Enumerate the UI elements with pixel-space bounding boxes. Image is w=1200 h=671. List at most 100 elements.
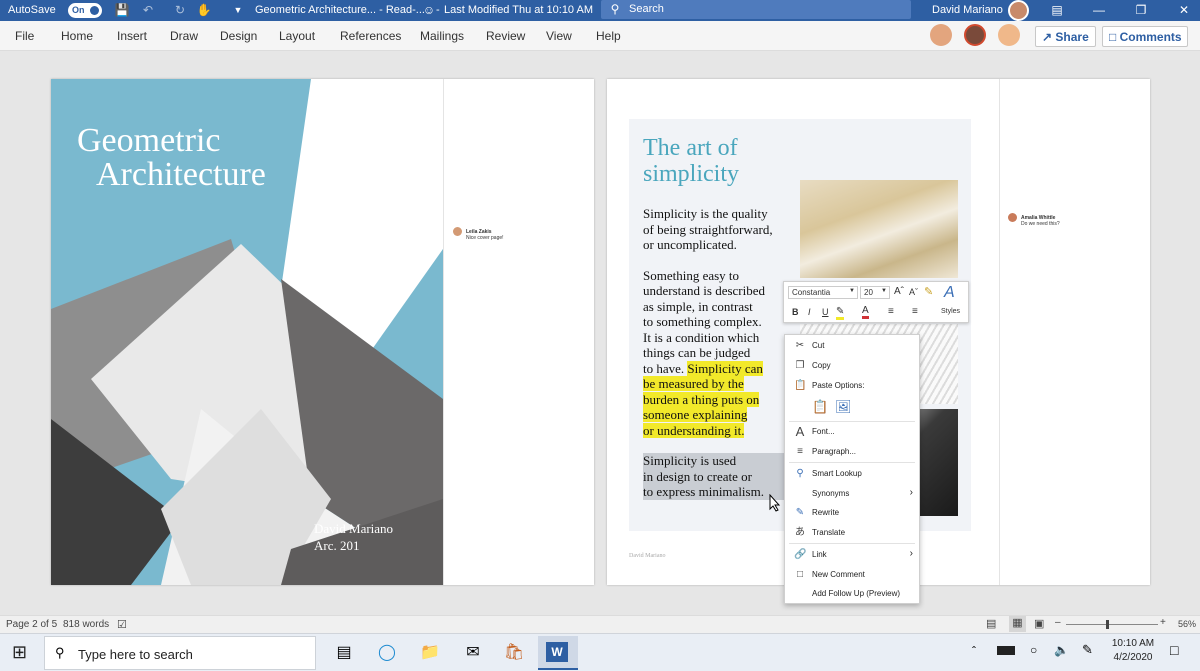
tab-design[interactable]: Design: [220, 29, 257, 43]
tab-view[interactable]: View: [546, 29, 572, 43]
tab-review[interactable]: Review: [486, 29, 525, 43]
tab-insert[interactable]: Insert: [117, 29, 147, 43]
paste-picture-icon[interactable]: 🖼: [835, 399, 852, 415]
tab-layout[interactable]: Layout: [279, 29, 315, 43]
minimize-icon[interactable]: —: [1091, 2, 1107, 18]
article-heading-line: The art of: [643, 135, 738, 161]
clock[interactable]: 10:10 AM 4/2/2020: [1108, 637, 1158, 665]
proofing-icon[interactable]: ☑: [117, 618, 127, 631]
word-taskbar-button[interactable]: W: [538, 636, 578, 670]
action-center-icon[interactable]: □: [1170, 642, 1178, 658]
zoom-in-icon[interactable]: +: [1160, 617, 1166, 628]
tab-file[interactable]: File: [15, 29, 34, 43]
show-hidden-icons-icon[interactable]: ˆ: [972, 644, 976, 658]
styles-icon[interactable]: A: [944, 284, 955, 302]
clipboard-icon: 📋: [794, 380, 807, 391]
file-explorer-icon[interactable]: 📁: [418, 641, 442, 665]
menu-item-synonyms[interactable]: Synonyms ›: [785, 485, 919, 503]
font-size-box[interactable]: 20 ▼: [860, 286, 890, 299]
tab-references[interactable]: References: [340, 29, 401, 43]
customize-qat-icon[interactable]: ▼: [230, 2, 246, 18]
touch-mode-icon[interactable]: ✋: [196, 2, 212, 18]
taskbar-search[interactable]: ⚲ Type here to search: [44, 636, 316, 670]
undo-icon[interactable]: ↶: [140, 2, 156, 18]
page-count[interactable]: Page 2 of 5: [6, 619, 57, 630]
store-icon[interactable]: 🛍: [502, 641, 526, 665]
collaborator-avatar[interactable]: [998, 24, 1020, 46]
bullets-icon[interactable]: ≡: [888, 306, 894, 317]
bold-button[interactable]: B: [792, 307, 799, 317]
pen-icon[interactable]: ✎: [1082, 642, 1093, 658]
volume-icon[interactable]: 🔈: [1054, 643, 1069, 657]
close-icon[interactable]: ✕: [1176, 2, 1192, 18]
mouse-cursor-icon: [769, 494, 781, 512]
mail-icon[interactable]: ✉: [461, 641, 485, 665]
stair-photo: [800, 180, 958, 278]
menu-separator: [789, 462, 915, 463]
menu-item-new-comment[interactable]: □ New Comment: [785, 566, 919, 584]
restore-icon[interactable]: ❐: [1133, 2, 1149, 18]
styles-label[interactable]: Styles: [941, 308, 960, 315]
read-mode-icon[interactable]: ▤: [986, 617, 996, 630]
highlight-color-icon[interactable]: ✎: [836, 306, 845, 320]
italic-button[interactable]: I: [808, 307, 811, 317]
last-modified[interactable]: Last Modified Thu at 10:10 AM: [444, 4, 593, 16]
menu-item-cut[interactable]: ✂ Cut: [785, 337, 919, 355]
user-name[interactable]: David Mariano: [932, 4, 1003, 16]
menu-item-font[interactable]: A Font...: [785, 423, 919, 441]
word-count[interactable]: 818 words: [63, 619, 109, 630]
font-name-box[interactable]: Constantia ▼: [788, 286, 858, 299]
tab-mailings[interactable]: Mailings: [420, 29, 464, 43]
edge-icon[interactable]: ◯: [375, 641, 399, 665]
document-title[interactable]: Geometric Architecture... - Read-...: [255, 4, 425, 16]
page-cover[interactable]: Geometric Architecture David Mariano Arc…: [51, 79, 594, 585]
autosave-toggle[interactable]: On: [68, 3, 102, 18]
menu-item-translate[interactable]: あ Translate: [785, 524, 919, 542]
comments-button[interactable]: □ Comments: [1102, 26, 1188, 47]
text-line: things can be judged: [643, 345, 751, 360]
menu-item-label: Add Follow Up (Preview): [812, 589, 901, 598]
numbering-icon[interactable]: ≡: [912, 306, 918, 317]
font-color-icon[interactable]: A: [862, 305, 869, 319]
menu-item-copy[interactable]: ❐ Copy: [785, 357, 919, 375]
comment-card[interactable]: Amalia Whittle Do we need this?: [1021, 215, 1060, 227]
underline-button[interactable]: U: [822, 307, 829, 317]
print-layout-icon[interactable]: ▦: [1009, 616, 1026, 632]
ribbon-display-icon[interactable]: ▤: [1049, 2, 1065, 18]
menu-item-rewrite[interactable]: ✎ Rewrite: [785, 504, 919, 522]
redo-icon[interactable]: ↻: [172, 2, 188, 18]
search-box[interactable]: ⚲ Search: [601, 0, 911, 19]
paste-keep-formatting-icon[interactable]: 📋: [812, 399, 828, 415]
zoom-slider[interactable]: [1066, 624, 1158, 625]
user-avatar[interactable]: [1008, 0, 1029, 21]
text-line: Simplicity is the quality: [643, 206, 768, 221]
menu-item-link[interactable]: 🔗 Link ›: [785, 546, 919, 564]
tab-home[interactable]: Home: [61, 29, 93, 43]
zoom-out-icon[interactable]: –: [1055, 617, 1061, 628]
save-icon[interactable]: 💾: [114, 2, 130, 18]
battery-icon[interactable]: [997, 646, 1015, 655]
task-view-icon[interactable]: ▤: [332, 641, 356, 665]
zoom-slider-thumb[interactable]: [1106, 620, 1109, 629]
network-icon[interactable]: ○: [1030, 643, 1037, 657]
menu-item-label: Rewrite: [812, 508, 840, 517]
menu-item-smart-lookup[interactable]: ⚲ Smart Lookup: [785, 465, 919, 483]
collaborator-avatar[interactable]: [964, 24, 986, 46]
menu-item-add-follow-up[interactable]: Add Follow Up (Preview): [785, 585, 919, 603]
text-line: or uncomplicated.: [643, 237, 737, 252]
font-name-value: Constantia: [792, 288, 831, 297]
comment-avatar: [1008, 213, 1017, 222]
collaborator-avatar[interactable]: [930, 24, 952, 46]
menu-item-paragraph[interactable]: ≡ Paragraph...: [785, 443, 919, 461]
comment-card[interactable]: Leila Zakis Nice cover page!: [466, 229, 504, 241]
tab-draw[interactable]: Draw: [170, 29, 198, 43]
grow-font-icon[interactable]: Aˆ: [894, 286, 904, 297]
format-painter-icon[interactable]: ✎: [924, 285, 933, 298]
web-layout-icon[interactable]: ▣: [1034, 617, 1044, 630]
article-body[interactable]: Simplicity is the quality of being strai…: [643, 206, 803, 500]
share-button[interactable]: ↗ Share: [1035, 26, 1096, 47]
windows-start-icon[interactable]: ⊞: [12, 643, 27, 661]
zoom-level[interactable]: 56%: [1178, 619, 1196, 629]
tab-help[interactable]: Help: [596, 29, 621, 43]
shrink-font-icon[interactable]: Aˇ: [909, 287, 918, 297]
